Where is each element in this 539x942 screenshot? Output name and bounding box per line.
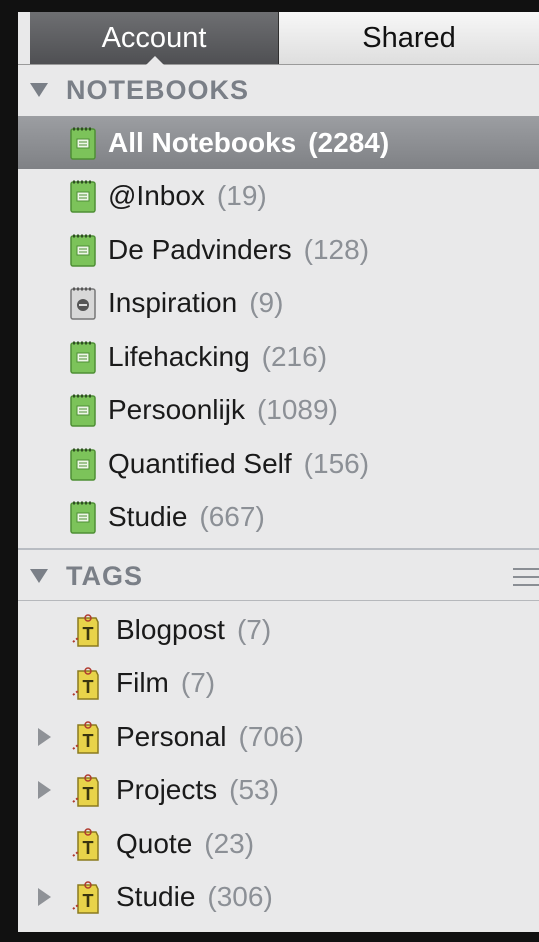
tag-icon: T xyxy=(70,719,104,755)
notebook-name: All Notebooks xyxy=(108,126,297,158)
tag-icon: T xyxy=(70,826,104,862)
tag-row[interactable]: T Blogpost (7) xyxy=(18,603,539,656)
tag-row[interactable]: T Film (7) xyxy=(18,657,539,710)
notebook-icon xyxy=(70,447,96,481)
tag-name: Personal xyxy=(116,720,227,752)
tag-name: Quote xyxy=(116,827,193,859)
notebook-row[interactable]: @Inbox (19) xyxy=(18,170,539,223)
collapse-triangle-icon[interactable] xyxy=(30,569,48,583)
notebooks-section-header[interactable]: NOTEBOOKS xyxy=(18,64,539,116)
notebook-count: (216) xyxy=(261,340,328,372)
notebook-name: De Padvinders xyxy=(108,233,292,265)
svg-text:T: T xyxy=(83,838,94,858)
tag-name: Projects xyxy=(116,774,218,805)
notebook-count: (19) xyxy=(216,180,267,211)
tab-bar: Account Shared xyxy=(18,12,539,65)
collapse-triangle-icon[interactable] xyxy=(30,83,48,97)
svg-text:T: T xyxy=(83,677,94,697)
tag-count: (306) xyxy=(207,881,273,912)
sidebar-panel: Account Shared NOTEBOOKS All Notebooks (2… xyxy=(18,12,539,932)
tag-count: (706) xyxy=(238,720,304,752)
tab-shared[interactable]: Shared xyxy=(279,12,539,64)
tag-row[interactable]: T Projects (53) xyxy=(18,764,539,817)
notebook-name: Persoonlijk xyxy=(108,394,245,425)
disclosure-triangle-icon[interactable] xyxy=(38,888,51,906)
notebook-count: (9) xyxy=(249,287,284,318)
notebook-row[interactable]: De Padvinders (128) xyxy=(18,223,539,276)
tags-header-label: TAGS xyxy=(66,560,143,591)
notebook-row[interactable]: Quantified Self (156) xyxy=(18,437,539,490)
tag-count: (7) xyxy=(180,667,216,698)
svg-text:T: T xyxy=(83,784,94,804)
window-frame: Account Shared NOTEBOOKS All Notebooks (2… xyxy=(0,0,539,942)
notebook-name: Studie xyxy=(108,501,188,532)
tags-section-header[interactable]: TAGS xyxy=(18,548,539,602)
notebook-count: (128) xyxy=(303,233,370,265)
notebook-count: (1089) xyxy=(256,394,338,425)
notebook-count: (156) xyxy=(303,447,370,479)
notebook-row[interactable]: All Notebooks (2284) xyxy=(18,116,539,169)
notebook-row[interactable]: Persoonlijk (1089) xyxy=(18,384,539,437)
tag-row[interactable]: T Personal (706) xyxy=(18,710,539,763)
notebook-name: Quantified Self xyxy=(108,447,292,479)
divider xyxy=(18,600,539,601)
tag-row[interactable]: T Quote (23) xyxy=(18,817,539,870)
tag-name: Blogpost xyxy=(116,613,225,645)
tag-name: Film xyxy=(116,667,169,698)
tag-icon: T xyxy=(70,612,104,648)
tab-account-label: Account xyxy=(101,21,207,54)
notebook-row[interactable]: Studie (667) xyxy=(18,491,539,544)
tag-icon: T xyxy=(70,772,104,808)
notebook-icon xyxy=(70,340,96,374)
tag-count: (53) xyxy=(229,774,279,805)
tag-name: Studie xyxy=(116,881,196,912)
notebook-name: Lifehacking xyxy=(108,340,250,372)
notebooks-header-label: NOTEBOOKS xyxy=(66,74,250,105)
notebook-name: @Inbox xyxy=(108,180,205,211)
svg-text:T: T xyxy=(83,731,94,751)
tag-icon: T xyxy=(70,665,104,701)
tab-account[interactable]: Account xyxy=(30,12,279,65)
tag-count: (7) xyxy=(236,613,272,645)
tag-options-menu-icon[interactable] xyxy=(513,568,539,592)
notebook-icon xyxy=(70,179,96,213)
tag-icon: T xyxy=(70,879,104,915)
notebook-count: (667) xyxy=(199,501,265,532)
notebook-icon xyxy=(70,393,96,427)
tag-row[interactable]: T Studie (306) xyxy=(18,871,539,924)
tab-shared-label: Shared xyxy=(362,21,456,54)
notebook-row[interactable]: Lifehacking (216) xyxy=(18,330,539,383)
notebook-count: (2284) xyxy=(308,126,390,158)
svg-text:T: T xyxy=(83,624,94,644)
notebook-name: Inspiration xyxy=(108,287,238,318)
notebook-icon xyxy=(70,233,96,267)
disclosure-triangle-icon[interactable] xyxy=(38,781,51,799)
notebook-stack-icon xyxy=(70,126,96,160)
svg-text:T: T xyxy=(83,891,94,911)
tag-count: (23) xyxy=(204,827,255,859)
notebook-row[interactable]: Inspiration (9) xyxy=(18,277,539,330)
notebook-icon xyxy=(70,500,96,534)
disclosure-triangle-icon[interactable] xyxy=(38,727,51,746)
shared-notebook-icon xyxy=(70,286,96,320)
